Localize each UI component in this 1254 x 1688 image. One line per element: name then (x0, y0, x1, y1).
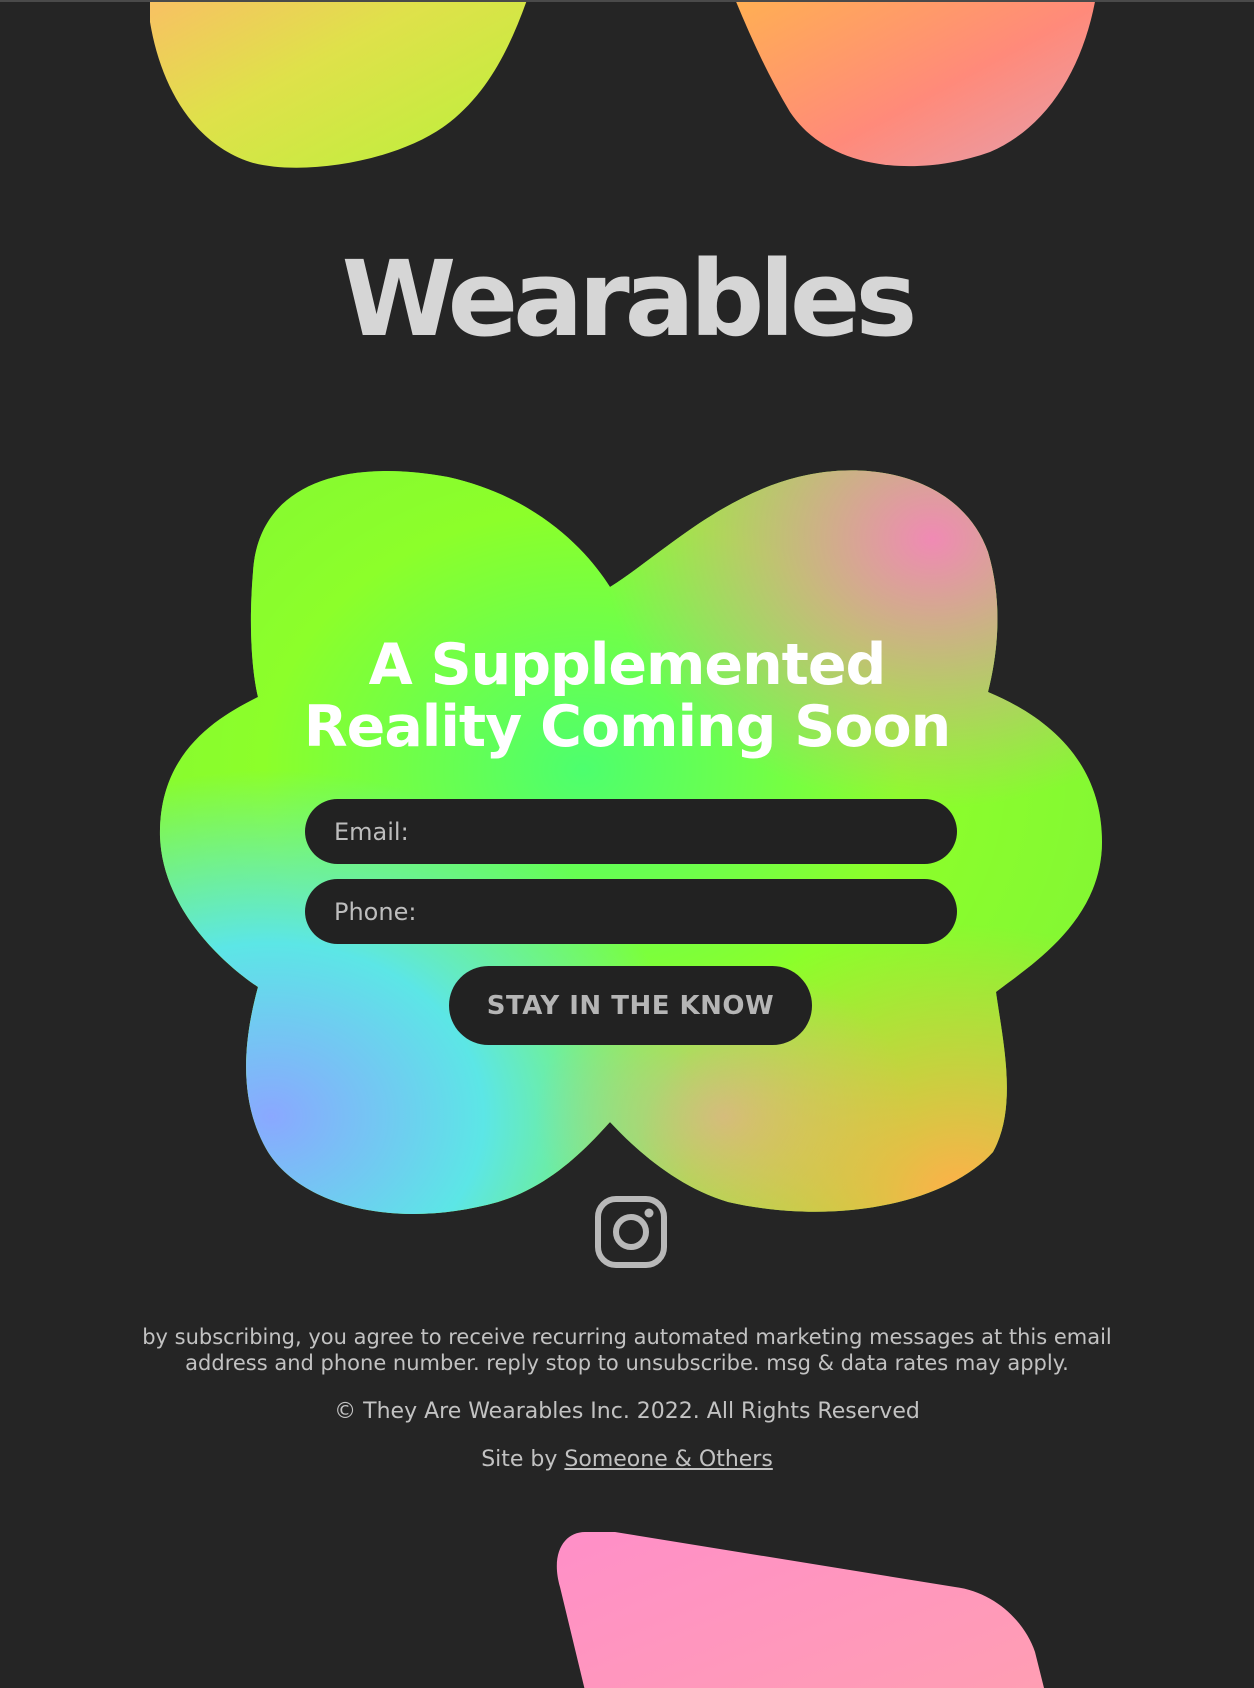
hero-headline: A Supplemented Reality Coming Soon (227, 634, 1027, 758)
hero-headline-line1: A Supplemented (368, 632, 887, 698)
site-credit-prefix: Site by (481, 1447, 565, 1472)
site-credit: Site by Someone & Others (0, 1447, 1254, 1472)
brand-logo[interactable]: Wearables (0, 242, 1254, 357)
email-field[interactable]: Email: (305, 799, 957, 864)
page: Wearables A Supplemented Reality Coming … (0, 0, 1254, 1688)
instagram-icon[interactable] (594, 1195, 668, 1269)
decorative-blob-top-right (736, 2, 1095, 167)
subscription-disclaimer: by subscribing, you agree to receive rec… (110, 1324, 1144, 1376)
subscribe-button[interactable]: STAY IN THE KNOW (449, 966, 812, 1045)
subscribe-button-label: STAY IN THE KNOW (486, 990, 775, 1021)
phone-field[interactable]: Phone: (305, 879, 957, 944)
email-placeholder: Email: (334, 817, 409, 846)
decorative-blob-top-left (150, 2, 527, 168)
decorative-blob-bottom (556, 1532, 1044, 1688)
copyright-text: © They Are Wearables Inc. 2022. All Righ… (334, 1399, 920, 1424)
phone-placeholder: Phone: (334, 897, 417, 926)
site-credit-link[interactable]: Someone & Others (564, 1447, 772, 1472)
disclaimer-line2: address and phone number. reply stop to … (185, 1351, 1069, 1375)
disclaimer-line1: by subscribing, you agree to receive rec… (142, 1325, 1112, 1349)
hero-headline-line2: Reality Coming Soon (303, 694, 951, 760)
